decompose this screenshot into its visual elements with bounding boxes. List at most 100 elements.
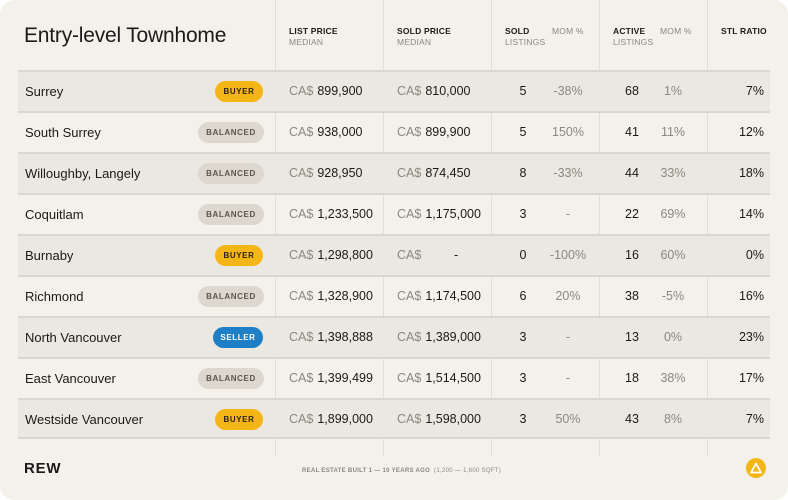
list-price: CA$ 1,399,499	[289, 359, 373, 398]
sold-listings: 5	[519, 84, 527, 98]
table-row[interactable]: Willoughby, Langely BALANCED CA$ 928,950 …	[18, 152, 770, 193]
market-badge: BALANCED	[198, 122, 264, 143]
active-mom: 0%	[663, 330, 683, 344]
active-mom: 60%	[660, 248, 686, 262]
table-row[interactable]: Surrey BUYER CA$ 899,900 CA$ 810,000 5 -38…	[18, 70, 770, 111]
sold-price-value: 1,514,500	[425, 371, 481, 385]
header-sublabel: MEDIAN	[397, 37, 432, 47]
footer-note-main: REAL ESTATE BUILT 1 — 10 YEARS AGO	[302, 468, 431, 474]
sold-price: CA$	[397, 236, 425, 275]
header-label: SOLD PRICE	[397, 26, 451, 36]
active-listings: 18	[625, 371, 639, 385]
header-label: SOLD	[505, 26, 530, 36]
area-name: Richmond	[25, 289, 84, 304]
currency-label: CA$	[397, 84, 422, 98]
active-listings: 13	[625, 330, 639, 344]
active-mom: 11%	[660, 125, 686, 139]
area-name: Coquitlam	[25, 207, 84, 222]
sold-price: CA$ 874,450	[397, 154, 471, 193]
active-mom: 8%	[663, 412, 683, 426]
sold-listings: 3	[519, 412, 527, 426]
active-mom: 1%	[663, 84, 683, 98]
active-listings: 68	[625, 84, 639, 98]
warning-triangle-icon[interactable]	[746, 458, 766, 478]
header-label: MOM %	[552, 26, 584, 36]
area-name: Willoughby, Langely	[25, 166, 141, 181]
sold-price-value: 1,598,000	[425, 412, 481, 426]
header-label: LIST PRICE	[289, 26, 338, 36]
currency-label: CA$	[289, 330, 314, 344]
table-row[interactable]: Coquitlam BALANCED CA$ 1,233,500 CA$ 1,175…	[18, 193, 770, 234]
list-price-value: 1,398,888	[317, 330, 373, 344]
sold-mom: -33%	[553, 166, 583, 180]
header-label: ACTIVE	[613, 26, 646, 36]
sold-listings: 8	[519, 166, 527, 180]
page-title: Entry-level Townhome	[24, 24, 227, 47]
header-label: STL RATIO	[721, 26, 767, 36]
header-stl-ratio[interactable]: STL RATIO	[721, 26, 767, 37]
market-badge: BALANCED	[198, 368, 264, 389]
market-badge: BUYER	[215, 245, 263, 266]
header-sublabel: MEDIAN	[289, 37, 324, 47]
currency-label: CA$	[289, 166, 314, 180]
sold-mom: 50%	[555, 412, 581, 426]
area-name: Surrey	[25, 84, 64, 99]
active-listings: 38	[625, 289, 639, 303]
header-sublabel: LISTINGS	[613, 37, 654, 47]
currency-label: CA$	[289, 289, 314, 303]
list-price-value: 1,298,800	[317, 248, 373, 262]
sold-mom: -100%	[549, 248, 587, 262]
header-sold-mom[interactable]: MOM %	[552, 26, 584, 37]
stl-ratio: 12%	[738, 125, 764, 139]
list-price-value: 1,899,000	[317, 412, 373, 426]
sold-price: CA$ 1,174,500	[397, 277, 481, 316]
market-badge: SELLER	[213, 327, 263, 348]
table-row[interactable]: East Vancouver BALANCED CA$ 1,399,499 CA$…	[18, 357, 770, 398]
market-badge: BALANCED	[198, 286, 264, 307]
sold-price-value: -	[454, 248, 459, 262]
list-price-value: 928,950	[317, 166, 363, 180]
currency-label: CA$	[397, 330, 422, 344]
active-listings: 41	[625, 125, 639, 139]
sold-price-value: 810,000	[425, 84, 471, 98]
currency-label: CA$	[397, 371, 422, 385]
sold-price-value: 899,900	[425, 125, 471, 139]
table-row[interactable]: South Surrey BALANCED CA$ 938,000 CA$ 899,…	[18, 111, 770, 152]
active-listings: 44	[625, 166, 639, 180]
table-row[interactable]: Westside Vancouver BUYER CA$ 1,899,000 CA…	[18, 398, 770, 439]
list-price: CA$ 1,328,900	[289, 277, 373, 316]
table-row[interactable]: Burnaby BUYER CA$ 1,298,800 CA$ - 0 -100%…	[18, 234, 770, 275]
currency-label: CA$	[289, 371, 314, 385]
active-listings: 22	[625, 207, 639, 221]
area-name: South Surrey	[25, 125, 101, 140]
header-active-mom[interactable]: MOM %	[660, 26, 692, 37]
currency-label: CA$	[397, 248, 422, 262]
list-price: CA$ 899,900	[289, 72, 363, 111]
currency-label: CA$	[397, 166, 422, 180]
stl-ratio: 7%	[745, 412, 764, 426]
currency-label: CA$	[289, 125, 314, 139]
sold-price: CA$ 1,175,000	[397, 195, 481, 234]
header-active-listings[interactable]: ACTIVE LISTINGS	[613, 26, 653, 48]
list-price: CA$ 1,233,500	[289, 195, 373, 234]
sold-listings: 3	[519, 207, 527, 221]
list-price-value: 938,000	[317, 125, 363, 139]
sold-listings: 0	[519, 248, 527, 262]
currency-label: CA$	[289, 412, 314, 426]
list-price: CA$ 928,950	[289, 154, 363, 193]
rew-logo[interactable]: REW	[24, 460, 61, 477]
sold-mom: 20%	[555, 289, 581, 303]
sold-price-value: 1,174,500	[425, 289, 481, 303]
header-sold-listings[interactable]: SOLD LISTINGS	[505, 26, 545, 48]
sold-listings: 3	[519, 330, 527, 344]
sold-price: CA$ 810,000	[397, 72, 471, 111]
table-row[interactable]: North Vancouver SELLER CA$ 1,398,888 CA$ 1…	[18, 316, 770, 357]
header-list-price[interactable]: LIST PRICE MEDIAN	[289, 26, 338, 48]
table-row[interactable]: Richmond BALANCED CA$ 1,328,900 CA$ 1,174,…	[18, 275, 770, 316]
sold-listings: 3	[519, 371, 527, 385]
list-price-value: 899,900	[317, 84, 363, 98]
list-price: CA$ 1,398,888	[289, 318, 373, 357]
active-mom: -5%	[661, 289, 685, 303]
header-sold-price[interactable]: SOLD PRICE MEDIAN	[397, 26, 451, 48]
list-price-value: 1,399,499	[317, 371, 373, 385]
